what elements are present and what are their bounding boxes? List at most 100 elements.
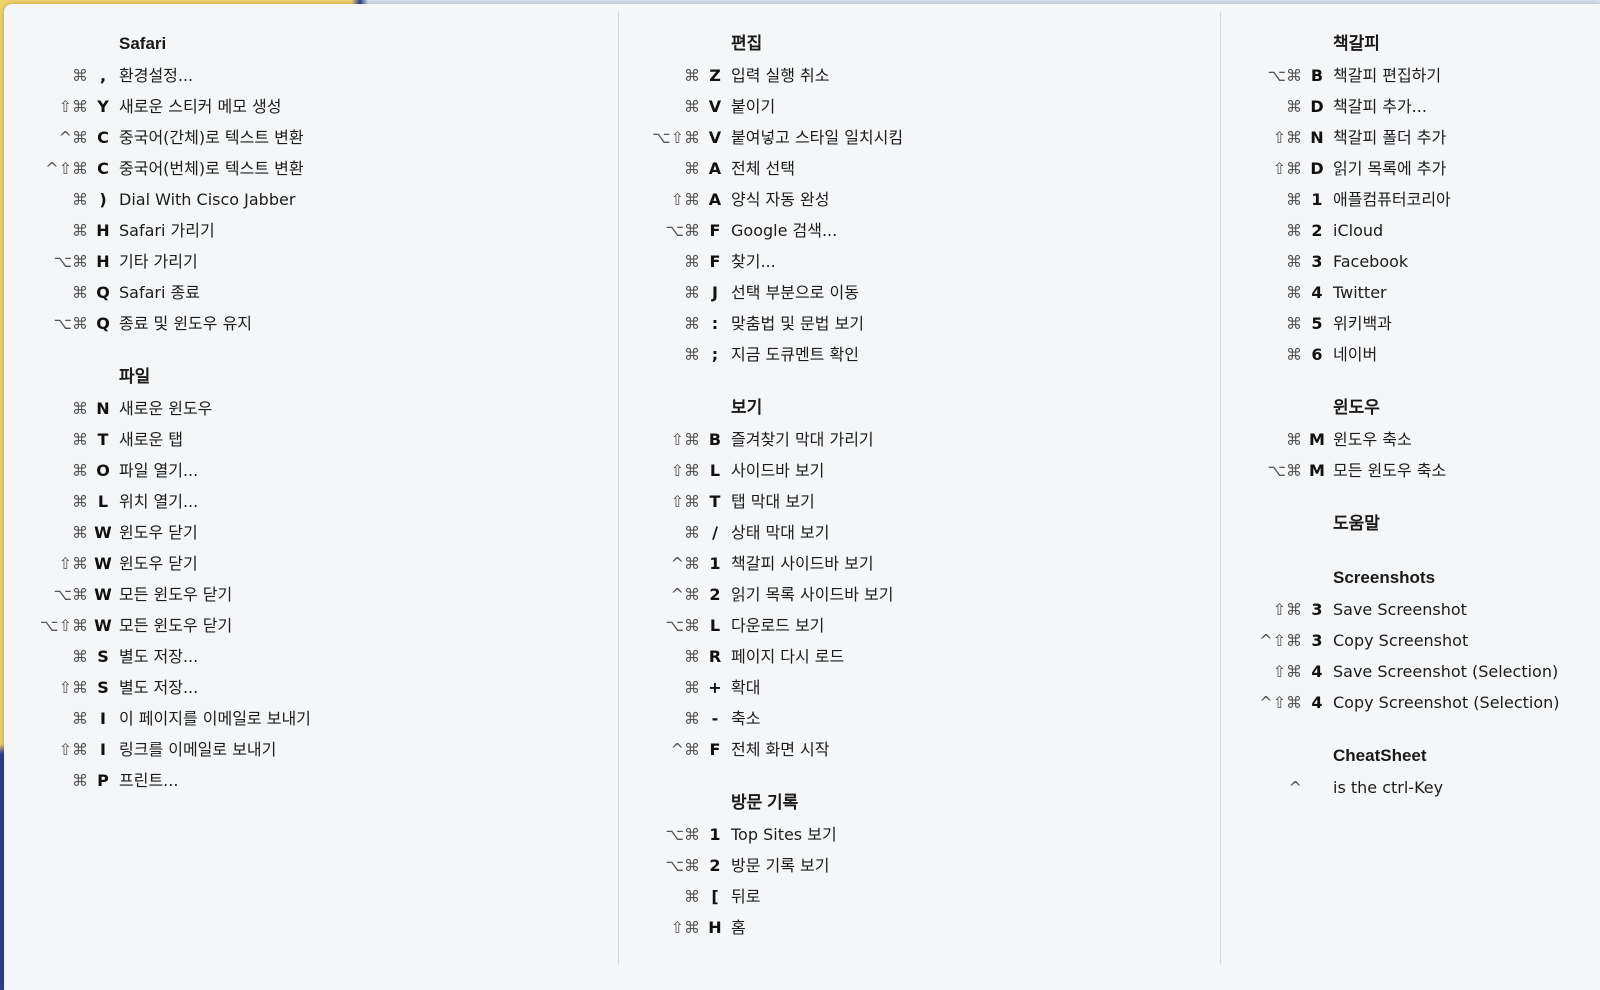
- section-title: CheatSheet: [1333, 746, 1427, 765]
- shortcut-label: 윈도우 닫기: [119, 554, 198, 573]
- modifier-keys: ⌘: [684, 345, 700, 364]
- shortcut-label: 책갈피 폴더 추가: [1333, 128, 1447, 147]
- shortcut-label: 환경설정...: [119, 66, 194, 85]
- shortcut-row: ⌘ I 이 페이지를 이메일로 보내기: [4, 703, 614, 734]
- shortcut-row: ⌘ N 새로운 윈도우: [4, 393, 614, 424]
- shortcut-row: ⌘ S 별도 저장...: [4, 641, 614, 672]
- shortcut-row: ⇧⌘ L 사이드바 보기: [616, 455, 1216, 486]
- shortcut-row: ⌥⌘ L 다운로드 보기: [616, 610, 1216, 641]
- shortcut-label: 중국어(번체)로 텍스트 변환: [119, 159, 304, 178]
- shortcut-row: ⌘ [뒤로: [616, 881, 1216, 912]
- shortcut-key: C: [97, 159, 109, 178]
- shortcut-label: 링크를 이메일로 보내기: [119, 740, 277, 759]
- modifier-keys: ^⌘: [670, 740, 700, 759]
- shortcut-row: ⇧⌘ 4 Save Screenshot (Selection): [1218, 656, 1600, 687]
- shortcut-label: Dial With Cisco Jabber: [119, 190, 296, 209]
- modifier-keys: ⌘: [72, 190, 88, 209]
- shortcut-row: ⇧⌘ W 윈도우 닫기: [4, 548, 614, 579]
- shortcut-key: I: [100, 709, 106, 728]
- shortcut-key: S: [97, 678, 109, 697]
- shortcut-label: 즐겨찾기 막대 가리기: [731, 430, 874, 449]
- shortcut-label: 모든 윈도우 닫기: [119, 585, 233, 604]
- shortcut-label: 이 페이지를 이메일로 보내기: [119, 709, 311, 728]
- shortcut-key: D: [1310, 97, 1324, 116]
- shortcut-key: 4: [1311, 693, 1323, 712]
- shortcut-label: 새로운 스티커 메모 생성: [119, 97, 282, 116]
- modifier-keys: ^⇧⌘: [45, 159, 88, 178]
- shortcut-key: Z: [709, 66, 721, 85]
- shortcut-key: ): [99, 190, 107, 209]
- shortcut-key: H: [708, 918, 722, 937]
- shortcut-key: N: [1310, 128, 1324, 147]
- shortcut-section: 도움말: [1218, 508, 1600, 540]
- modifier-keys: ⌘: [684, 97, 700, 116]
- modifier-keys: ⌘: [684, 887, 700, 906]
- modifier-keys: ⌥⌘: [665, 616, 700, 635]
- shortcut-key: 5: [1311, 314, 1323, 333]
- modifier-keys: ^⌘: [670, 554, 700, 573]
- shortcut-key: H: [96, 221, 110, 240]
- shortcut-key: R: [708, 647, 722, 666]
- shortcut-label: 새로운 윈도우: [119, 399, 213, 418]
- modifier-keys: ⌥⇧⌘: [652, 128, 700, 147]
- shortcut-key: Q: [96, 283, 110, 302]
- modifier-keys: ⌘: [684, 314, 700, 333]
- shortcut-label: 전체 화면 시작: [731, 740, 830, 759]
- modifier-keys: ⌘: [72, 523, 88, 542]
- shortcut-row: ⌘ 5 위키백과: [1218, 308, 1600, 339]
- shortcut-key: F: [709, 740, 721, 759]
- shortcut-label: 지금 도큐멘트 확인: [731, 345, 859, 364]
- shortcut-key: 1: [709, 825, 721, 844]
- shortcut-key: W: [94, 523, 112, 542]
- shortcut-label: 양식 자동 완성: [731, 190, 830, 209]
- shortcut-row: ⌘ Q Safari 종료: [4, 277, 614, 308]
- shortcut-row: ⇧⌘ I 링크를 이메일로 보내기: [4, 734, 614, 765]
- shortcut-label: 확대: [731, 678, 761, 697]
- modifier-keys: ⌘: [684, 647, 700, 666]
- modifier-keys: ⇧⌘: [58, 97, 88, 116]
- shortcut-key: S: [97, 647, 109, 666]
- section-title: 방문 기록: [731, 793, 799, 812]
- shortcut-row: ⌘, 환경설정...: [4, 60, 614, 91]
- shortcut-row: ^⇧⌘ C 중국어(번체)로 텍스트 변환: [4, 153, 614, 184]
- shortcut-label: 새로운 탭: [119, 430, 183, 449]
- shortcut-key: M: [1309, 430, 1325, 449]
- shortcut-row: ⌘) Dial With Cisco Jabber: [4, 184, 614, 215]
- shortcut-key: H: [96, 252, 110, 271]
- modifier-keys: ⇧⌘: [58, 678, 88, 697]
- shortcut-label: Save Screenshot: [1333, 600, 1467, 619]
- shortcut-key: L: [709, 461, 721, 480]
- shortcut-section: 파일 ⌘ N 새로운 윈도우 ⌘ T 새로운 탭 ⌘ O 파일 열기... ⌘ L 위치 열기... ⌘ W…: [4, 361, 614, 796]
- shortcut-label: 책갈피 편집하기: [1333, 66, 1442, 85]
- shortcut-label: 붙여넣고 스타일 일치시킴: [731, 128, 904, 147]
- shortcut-label: Copy Screenshot (Selection): [1333, 693, 1560, 712]
- shortcut-label: 책갈피 추가...: [1333, 97, 1427, 116]
- modifier-keys: ⌘: [72, 461, 88, 480]
- shortcut-key: 4: [1311, 283, 1323, 302]
- modifier-keys: ⌥⇧⌘: [40, 616, 88, 635]
- shortcut-row: ⌘ W 윈도우 닫기: [4, 517, 614, 548]
- shortcut-label: 홈: [731, 918, 746, 937]
- section-title: 도움말: [1333, 514, 1380, 533]
- shortcut-label: 별도 저장...: [119, 678, 199, 697]
- shortcut-label: 윈도우 축소: [1333, 430, 1412, 449]
- shortcut-key: Y: [97, 97, 109, 116]
- shortcut-key: Q: [96, 314, 110, 333]
- modifier-keys: ⌘: [1286, 430, 1302, 449]
- shortcut-row: ⌥⇧⌘ V 붙여넣고 스타일 일치시킴: [616, 122, 1216, 153]
- modifier-keys: ⌘: [72, 771, 88, 790]
- shortcut-label: 읽기 목록 사이드바 보기: [731, 585, 894, 604]
- shortcut-key: 3: [1311, 631, 1323, 650]
- section-title: 책갈피: [1333, 34, 1380, 53]
- shortcut-key: ,: [99, 66, 107, 85]
- modifier-keys: ⌥⌘: [53, 585, 88, 604]
- shortcut-label: 뒤로: [731, 887, 761, 906]
- section-title: 보기: [731, 398, 763, 417]
- modifier-keys: ⇧⌘: [1272, 662, 1302, 681]
- modifier-keys: ⇧⌘: [670, 190, 700, 209]
- shortcut-row: ⌘ + 확대: [616, 672, 1216, 703]
- shortcut-row: ⌘ A 전체 선택: [616, 153, 1216, 184]
- shortcut-label: 위키백과: [1333, 314, 1392, 333]
- shortcut-key: B: [1310, 66, 1324, 85]
- shortcut-label: 책갈피 사이드바 보기: [731, 554, 874, 573]
